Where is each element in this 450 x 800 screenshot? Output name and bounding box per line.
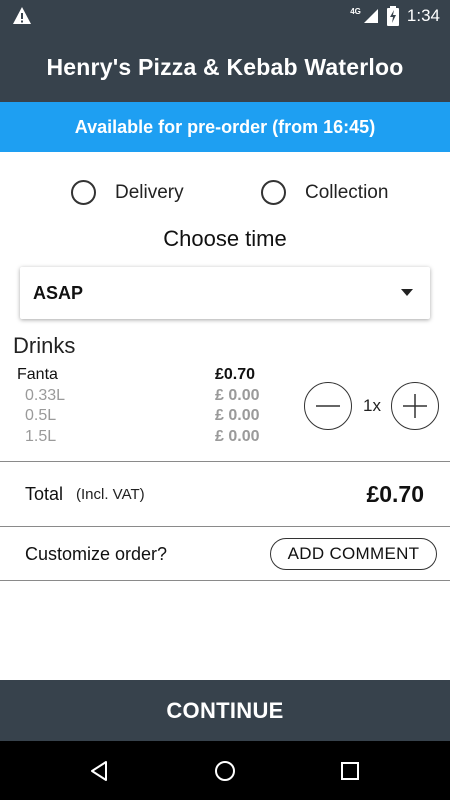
signal-icon — [363, 9, 378, 23]
cart-section-title: Drinks — [13, 333, 76, 358]
time-dropdown-value: ASAP — [33, 282, 84, 303]
back-icon[interactable] — [84, 756, 114, 786]
increase-quantity-button[interactable] — [391, 382, 439, 430]
battery-charging-icon — [386, 6, 399, 26]
order-type-group: Delivery Collection — [0, 180, 450, 214]
delivery-radio[interactable]: Delivery — [71, 180, 184, 205]
variant-price: £ 0.00 — [215, 407, 260, 424]
collection-radio[interactable]: Collection — [261, 180, 388, 205]
variant-label: 0.5L — [25, 407, 57, 424]
recents-icon[interactable] — [335, 756, 365, 786]
divider — [0, 461, 450, 462]
choose-time-heading: Choose time — [163, 226, 287, 251]
plus-icon — [403, 394, 427, 418]
variant-price: £ 0.00 — [215, 387, 260, 404]
warning-icon — [13, 7, 31, 24]
system-nav-bar — [0, 741, 450, 800]
status-bar: 4G 1:34 — [0, 0, 450, 32]
app-title-bar: Henry's Pizza & Kebab Waterloo — [0, 32, 450, 102]
total-value: £0.70 — [366, 481, 424, 507]
item-name: Fanta — [17, 366, 58, 383]
radio-circle-icon[interactable] — [71, 180, 96, 205]
variant-price: £ 0.00 — [215, 428, 260, 445]
total-label: Total — [25, 484, 64, 504]
variant-label: 0.33L — [25, 387, 66, 404]
radio-circle-icon[interactable] — [261, 180, 286, 205]
network-type: 4G — [350, 6, 361, 16]
divider — [0, 580, 450, 581]
home-icon[interactable] — [210, 756, 240, 786]
preorder-banner: Available for pre-order (from 16:45) — [0, 102, 450, 152]
add-comment-button[interactable]: ADD COMMENT — [270, 538, 437, 570]
quantity-value: 1x — [363, 396, 381, 415]
minus-icon — [316, 405, 340, 407]
divider — [0, 526, 450, 527]
clock: 1:34 — [406, 6, 440, 25]
item-price: £0.70 — [215, 366, 256, 383]
vat-note: (Incl. VAT) — [76, 486, 145, 503]
decrease-quantity-button[interactable] — [304, 382, 352, 430]
delivery-label: Delivery — [115, 181, 184, 203]
customize-label: Customize order? — [25, 544, 168, 564]
collection-label: Collection — [305, 181, 389, 203]
page-title: Henry's Pizza & Kebab Waterloo — [46, 53, 404, 80]
continue-button[interactable]: CONTINUE — [0, 680, 450, 741]
variant-label: 1.5L — [25, 428, 57, 445]
status-right: 4G 1:34 — [350, 5, 440, 27]
preorder-banner-text: Available for pre-order (from 16:45) — [74, 116, 376, 137]
time-dropdown[interactable]: ASAP — [20, 267, 430, 319]
dropdown-arrow-icon[interactable] — [401, 289, 413, 296]
